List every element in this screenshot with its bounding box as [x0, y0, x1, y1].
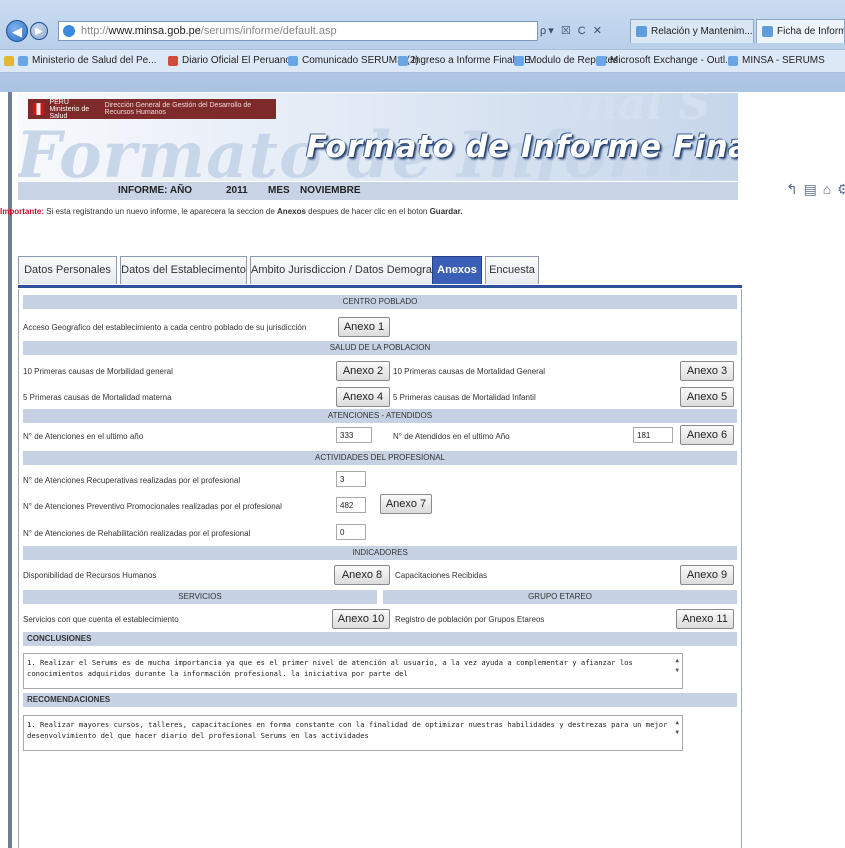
minsa-logo: PERÚ Ministerio de Salud Dirección Gener…: [28, 99, 276, 120]
browser-tab[interactable]: Relación y Mantenim...: [630, 19, 754, 43]
browser-chrome: ◀ ▶ http://www.minsa.gob.pe/serums/infor…: [0, 0, 845, 92]
page-tabs: Datos Personales Datos del Estableciment…: [18, 256, 742, 286]
scrollbar-arrows-icon[interactable]: ▲ ▼: [675, 718, 679, 738]
recursos-humanos-label: Disponibilidad de Recursos Humanos: [23, 571, 157, 580]
preventivo-label: N° de Atenciones Preventivo Promocionale…: [23, 502, 282, 511]
morbilidad-general-label: 10 Primeras causas de Morbilidad general: [23, 367, 173, 376]
recomendaciones-textarea[interactable]: 1. Realizar mayores cursos, talleres, ca…: [23, 715, 683, 751]
page-header: Formato de Informe Final S PERÚ Minister…: [18, 93, 738, 181]
anexo-3-button[interactable]: Anexo 3: [680, 361, 734, 381]
ie-page-icon: [63, 25, 75, 37]
favorite-link[interactable]: Microsoft Exchange - Outl...: [596, 53, 733, 68]
conclusiones-textarea[interactable]: 1. Realizar el Serums es de mucha import…: [23, 653, 683, 689]
rehabilitacion-label: N° de Atenciones de Rehabilitación reali…: [23, 529, 251, 538]
section-centro-poblado: Centro Poblado: [23, 295, 737, 309]
page-title: Formato de Informe Final SERUMS: [306, 129, 738, 165]
rehabilitacion-input[interactable]: 0: [336, 524, 366, 540]
tab-anexos[interactable]: Anexos: [432, 256, 482, 284]
anexo-6-button[interactable]: Anexo 6: [680, 425, 734, 445]
section-recomendaciones: RECOMENDACIONES: [23, 693, 737, 707]
informe-month-value: NOVIEMBRE: [300, 185, 361, 196]
page-icon: [762, 26, 773, 37]
forward-arrow-icon[interactable]: ▶: [30, 22, 48, 40]
anexo-5-button[interactable]: Anexo 5: [680, 387, 734, 407]
section-grupo-etareo: GRUPO ETAREO: [383, 590, 737, 604]
informe-year-value: 2011: [226, 185, 248, 196]
recuperativas-input[interactable]: 3: [336, 471, 366, 487]
tab-ambito-jurisdiccion[interactable]: Ambito Jurisdiccion / Datos Demograficos: [250, 256, 455, 284]
atendidos-label: N° de Atendidos en el ultimo Año: [393, 432, 510, 441]
feed-print-tools-icons[interactable]: ↰ ▤ ⌂ ⚙: [786, 181, 845, 198]
acceso-label: Acceso Geografico del establecimiento a …: [23, 323, 307, 332]
page-icon: [636, 26, 647, 37]
recuperativas-label: N° de Atenciones Recuperativas realizada…: [23, 476, 241, 485]
section-indicadores: INDICADORES: [23, 546, 737, 560]
tab-datos-personales[interactable]: Datos Personales: [18, 256, 117, 284]
tab-underline: [18, 285, 742, 288]
mortalidad-infantil-label: 5 Primeras causas de Mortalidad Infantil: [393, 393, 536, 402]
tab-datos-establecimiento[interactable]: Datos del Establecimento: [120, 256, 247, 284]
favorite-link[interactable]: MINSA - SERUMS: [728, 53, 825, 68]
anexo-7-button[interactable]: Anexo 7: [380, 494, 432, 514]
poblacion-label: Registro de población por Grupos Etareos: [395, 615, 545, 624]
browser-tab-active[interactable]: Ficha de Informe ...: [756, 19, 845, 43]
address-bar[interactable]: http://www.minsa.gob.pe/serums/informe/d…: [58, 21, 538, 41]
tab-encuesta[interactable]: Encuesta: [485, 256, 539, 284]
atenciones-label: N° de Atenciones en el ultimo año: [23, 432, 144, 441]
capacitaciones-label: Capacitaciones Recibidas: [395, 571, 488, 580]
atendidos-input[interactable]: 181: [633, 427, 673, 443]
servicios-label: Servicios con que cuenta el establecimie…: [23, 615, 179, 624]
anexos-form: Centro Poblado Acceso Geografico del est…: [18, 289, 742, 848]
anexo-11-button[interactable]: Anexo 11: [676, 609, 734, 629]
important-notice: Importante: Si esta registrando un nuevo…: [0, 207, 463, 216]
anexo-2-button[interactable]: Anexo 2: [336, 361, 390, 381]
anexo-10-button[interactable]: Anexo 10: [332, 609, 390, 629]
section-salud-poblacion: SALUD DE LA POBLACION: [23, 341, 737, 355]
mortalidad-general-label: 10 Primeras causas de Mortalidad General: [393, 367, 546, 376]
favorite-link[interactable]: Diario Oficial El Peruano: [168, 53, 291, 68]
mortalidad-materna-label: 5 Primeras causas de Mortalidad materna: [23, 393, 172, 402]
anexo-9-button[interactable]: Anexo 9: [680, 565, 734, 585]
atenciones-input[interactable]: 333: [336, 427, 372, 443]
left-frame-border: [8, 92, 12, 848]
section-servicios: SERVICIOS: [23, 590, 377, 604]
section-actividades: ACTIVIDADES DEL PROFESIONAL: [23, 451, 737, 465]
scrollbar-arrows-icon[interactable]: ▲ ▼: [675, 656, 679, 676]
informe-info-row: INFORME: AÑO 2011 MES NOVIEMBRE: [18, 182, 738, 200]
section-conclusiones: CONCLUSIONES: [23, 632, 737, 646]
anexo-8-button[interactable]: Anexo 8: [334, 565, 390, 585]
anexo-4-button[interactable]: Anexo 4: [336, 387, 390, 407]
header-watermark-2: Final S: [538, 93, 711, 130]
preventivo-input[interactable]: 482: [336, 497, 366, 513]
favorites-bar: Ministerio de Salud del Pe... Diario Ofi…: [0, 49, 845, 73]
favorite-link[interactable]: Ministerio de Salud del Pe...: [18, 53, 157, 68]
informe-month-label: MES: [268, 185, 290, 196]
back-arrow-icon[interactable]: ◀: [6, 20, 28, 42]
section-atenciones: ATENCIONES - ATENDIDOS: [23, 409, 737, 423]
address-controls[interactable]: ρ▾ ☒ C ✕: [540, 24, 604, 37]
anexo-1-button[interactable]: Anexo 1: [338, 317, 390, 337]
peru-flag-icon: [33, 103, 45, 115]
informe-year-label: INFORME: AÑO: [118, 185, 193, 196]
